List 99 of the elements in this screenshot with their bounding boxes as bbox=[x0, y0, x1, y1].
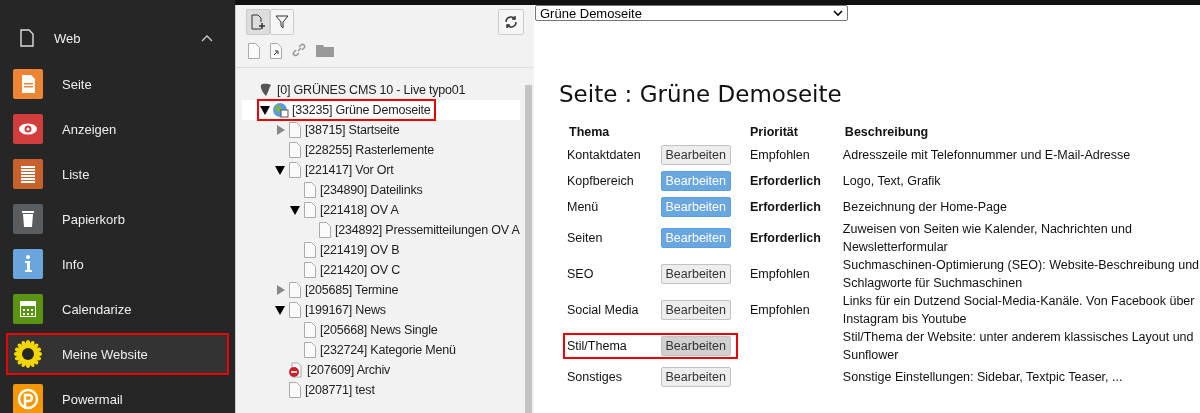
edit-button[interactable]: Bearbeiten bbox=[660, 336, 731, 356]
tree-node[interactable]: [221420] OV C bbox=[320, 263, 401, 277]
module-item[interactable]: Powermail bbox=[6, 378, 229, 413]
page-icon bbox=[318, 222, 332, 238]
link-icon[interactable] bbox=[292, 43, 306, 57]
new-page-button[interactable] bbox=[246, 9, 270, 35]
priority-cell: Erforderlich bbox=[750, 174, 821, 188]
description-cell-text: Suchmaschinen-Optimierung (SEO): Website-Beschreibung und Schlagworte für Suchmaschinen bbox=[841, 257, 1200, 292]
column-header: Beschreibung bbox=[843, 125, 930, 141]
priority-cell: Empfohlen bbox=[750, 148, 810, 162]
topic-cell: Menü bbox=[567, 200, 599, 214]
description-cell-text: Links für ein Dutzend Social-Media-Kanäle. Von Facebook über Instagram bis Youtube bbox=[841, 293, 1196, 328]
page-icon[interactable] bbox=[248, 43, 260, 59]
topic-cell: Social Media bbox=[567, 303, 639, 317]
group-label[interactable]: Web bbox=[54, 30, 201, 46]
info-module-icon bbox=[12, 248, 44, 280]
priority-cell: Empfohlen bbox=[750, 303, 810, 317]
column-header: Priorität bbox=[749, 125, 799, 141]
topic-cell: SEO bbox=[567, 267, 594, 281]
module-item[interactable]: Liste bbox=[6, 153, 229, 195]
chevron-up-icon[interactable] bbox=[201, 34, 213, 42]
logo-icon bbox=[258, 82, 274, 98]
topic-cell: Kontaktdaten bbox=[567, 148, 641, 162]
expanded-icon[interactable] bbox=[274, 304, 286, 316]
tree-node[interactable]: [234890] Dateilinks bbox=[320, 183, 423, 197]
page-icon bbox=[288, 282, 302, 298]
description-cell-text: Bezeichnung der Home-Page bbox=[841, 199, 1008, 216]
page-icon bbox=[288, 382, 302, 398]
description-cell-text: Sonstige Einstellungen: Sidebar, Textpic Teaser, ... bbox=[841, 369, 1124, 386]
edit-button[interactable]: Bearbeiten bbox=[660, 145, 731, 165]
priority-cell: Empfohlen bbox=[750, 267, 810, 281]
refresh-icon bbox=[504, 15, 518, 29]
page-icon bbox=[288, 142, 302, 158]
page-icon bbox=[303, 202, 317, 218]
page-title: Seite : Grüne Demoseite bbox=[559, 81, 843, 107]
folder-icon[interactable] bbox=[316, 43, 334, 57]
filter-icon bbox=[275, 15, 289, 29]
description-cell-text: Adresszeile mit Telefonnummer und E-Mail-Adresse bbox=[841, 147, 1132, 164]
new-page-icon bbox=[250, 14, 266, 30]
trash-module-icon bbox=[12, 203, 44, 235]
scrollbar[interactable] bbox=[525, 85, 532, 413]
tree-node[interactable]: [38715] Startseite bbox=[305, 123, 400, 137]
collapsed-icon[interactable] bbox=[274, 284, 286, 296]
topic-cell: Stil/Thema bbox=[567, 339, 627, 353]
module-item[interactable]: Meine Website bbox=[6, 333, 229, 375]
tree-node[interactable]: [232724] Kategorie Menü bbox=[320, 343, 456, 357]
blocked-page-icon bbox=[288, 362, 304, 378]
page-icon bbox=[303, 322, 317, 338]
page-icon bbox=[288, 122, 302, 138]
list-module-icon bbox=[12, 158, 44, 190]
tree-node[interactable]: [221417] Vor Ort bbox=[305, 163, 394, 177]
column-header: Thema bbox=[568, 125, 611, 141]
tree-node[interactable]: [205685] Termine bbox=[305, 283, 399, 297]
expanded-icon[interactable] bbox=[259, 104, 271, 116]
calendar-module-icon bbox=[12, 293, 44, 325]
module-item[interactable]: Papierkorb bbox=[6, 198, 229, 240]
expanded-icon[interactable] bbox=[289, 204, 301, 216]
edit-button[interactable]: Bearbeiten bbox=[660, 264, 731, 284]
module-item[interactable]: Anzeigen bbox=[6, 108, 229, 150]
collapsed-icon[interactable] bbox=[274, 124, 286, 136]
module-item[interactable]: Calendarize bbox=[6, 288, 229, 330]
topic-cell: Seiten bbox=[567, 231, 603, 245]
expanded-icon[interactable] bbox=[274, 164, 286, 176]
edit-button[interactable]: Bearbeiten bbox=[660, 300, 731, 320]
tree-node[interactable]: [228255] Rasterlemente bbox=[305, 143, 435, 157]
tree-node[interactable]: [221418] OV A bbox=[320, 203, 399, 217]
tree-node[interactable]: [221419] OV B bbox=[320, 243, 400, 257]
view-module-icon bbox=[12, 113, 44, 145]
priority-cell: Erforderlich bbox=[750, 231, 821, 245]
page-icon bbox=[20, 29, 34, 47]
filter-button[interactable] bbox=[270, 9, 294, 35]
site-select[interactable]: Grüne Demoseite bbox=[535, 5, 848, 21]
module-item[interactable]: Seite bbox=[6, 63, 229, 105]
page-icon bbox=[288, 162, 302, 178]
page-icon bbox=[303, 262, 317, 278]
page-module-icon bbox=[12, 68, 44, 100]
mail-module-icon bbox=[12, 383, 44, 413]
shortcut-page-icon[interactable] bbox=[270, 43, 282, 59]
topic-cell: Kopfbereich bbox=[567, 174, 634, 188]
tree-node[interactable]: [199167] News bbox=[305, 303, 386, 317]
chevron-down-icon bbox=[833, 9, 843, 17]
tree-node[interactable]: [0] GRÜNES CMS 10 - Live typo01 bbox=[277, 83, 466, 97]
page-icon bbox=[303, 242, 317, 258]
tree-node[interactable]: [205668] News Single bbox=[320, 323, 438, 337]
tree-node[interactable]: [207609] Archiv bbox=[307, 363, 391, 377]
tree-node[interactable]: [234892] Pressemitteilungen OV A bbox=[335, 223, 520, 237]
tree-node[interactable]: [208771] test bbox=[305, 383, 375, 397]
priority-cell: Erforderlich bbox=[750, 200, 821, 214]
refresh-button[interactable] bbox=[498, 9, 524, 35]
description-cell-text: Zuweisen von Seiten wie Kalender, Nachrichten und Newsletterformular bbox=[841, 221, 1133, 256]
page-icon bbox=[303, 182, 317, 198]
page-icon bbox=[288, 302, 302, 318]
description-cell-text: Stil/Thema der Website: unter anderem klassisches Layout und Sunflower bbox=[841, 329, 1195, 364]
page-icon bbox=[303, 342, 317, 358]
edit-button[interactable]: Bearbeiten bbox=[660, 367, 731, 387]
module-item[interactable]: Info bbox=[6, 243, 229, 285]
topic-cell: Sonstiges bbox=[567, 370, 622, 384]
sunflower-module-icon bbox=[12, 338, 44, 370]
description-cell-text: Logo, Text, Grafik bbox=[841, 173, 942, 190]
